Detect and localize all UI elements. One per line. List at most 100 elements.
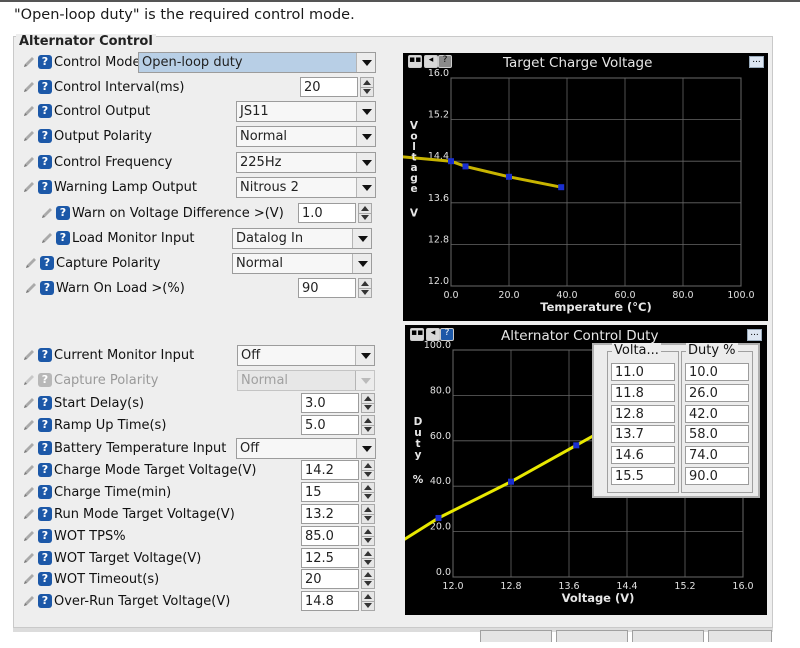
load-monitor-input-dropdown[interactable]: Datalog In xyxy=(232,228,372,249)
spinner-field[interactable]: 20 xyxy=(300,77,358,97)
arrow-down-icon[interactable] xyxy=(363,89,371,94)
spinner-buttons[interactable] xyxy=(361,548,375,568)
duty-cell[interactable]: 58.0 xyxy=(685,425,749,444)
warn-on-load-spinner[interactable]: 90 xyxy=(298,278,374,298)
voltage-cell[interactable]: 11.0 xyxy=(611,363,675,381)
spinner-buttons[interactable] xyxy=(361,482,375,502)
help-icon[interactable]: ? xyxy=(38,348,52,362)
arrow-up-icon[interactable] xyxy=(364,418,372,423)
chevron-down-icon[interactable] xyxy=(355,371,374,390)
help-icon[interactable]: ? xyxy=(56,206,70,220)
arrow-down-icon[interactable] xyxy=(364,405,372,410)
arrow-up-icon[interactable] xyxy=(364,507,372,512)
spinner-field[interactable]: 13.2 xyxy=(301,504,359,524)
arrow-up-icon[interactable] xyxy=(364,572,372,577)
duty-cell[interactable]: 42.0 xyxy=(685,404,749,423)
chevron-down-icon[interactable] xyxy=(356,102,375,121)
spinner-buttons[interactable] xyxy=(360,77,374,97)
help-icon[interactable]: ? xyxy=(40,256,54,270)
spinner-field[interactable]: 14.2 xyxy=(301,460,359,480)
spinner-buttons[interactable] xyxy=(358,278,372,298)
dialog-button-4[interactable] xyxy=(708,630,772,642)
help-icon[interactable]: ? xyxy=(38,572,52,586)
chevron-down-icon[interactable] xyxy=(355,346,374,365)
help-icon[interactable]: ? xyxy=(38,373,52,387)
spinner-field[interactable]: 12.5 xyxy=(301,548,359,568)
capture-polarity-dropdown[interactable]: Normal xyxy=(232,253,372,274)
dialog-button-3[interactable] xyxy=(632,630,704,642)
arrow-down-icon[interactable] xyxy=(364,494,372,499)
spinner-buttons[interactable] xyxy=(361,415,375,435)
chevron-down-icon[interactable] xyxy=(356,178,375,197)
spinner-field[interactable]: 1.0 xyxy=(298,203,356,223)
current-monitor-input-dropdown[interactable]: Off xyxy=(237,345,375,366)
spinner-buttons[interactable] xyxy=(361,526,375,546)
arrow-down-icon[interactable] xyxy=(364,560,372,565)
help-icon[interactable]: ? xyxy=(38,55,52,69)
voltage-cell[interactable]: 15.5 xyxy=(611,467,675,485)
help-icon[interactable]: ? xyxy=(38,180,52,194)
spinner-buttons[interactable] xyxy=(358,203,372,223)
help-icon[interactable]: ? xyxy=(38,551,52,565)
control-mode-dropdown[interactable]: Open-loop duty xyxy=(138,52,376,73)
ramp-up-time-s-spinner[interactable]: 5.0 xyxy=(301,415,377,435)
arrow-up-icon[interactable] xyxy=(364,463,372,468)
chevron-down-icon[interactable] xyxy=(356,153,375,172)
arrow-down-icon[interactable] xyxy=(364,516,372,521)
spinner-field[interactable]: 5.0 xyxy=(301,415,359,435)
battery-temperature-input-dropdown[interactable]: Off xyxy=(236,438,376,459)
help-icon[interactable]: ? xyxy=(38,396,52,410)
spinner-field[interactable]: 85.0 xyxy=(301,526,359,546)
charge-mode-target-voltage-v-spinner[interactable]: 14.2 xyxy=(301,460,377,480)
spinner-buttons[interactable] xyxy=(361,393,375,413)
help-icon[interactable]: ? xyxy=(38,485,52,499)
control-interval-ms-spinner[interactable]: 20 xyxy=(300,77,376,97)
spinner-field[interactable]: 90 xyxy=(298,278,356,298)
help-icon[interactable]: ? xyxy=(38,104,52,118)
spinner-field[interactable]: 20 xyxy=(301,569,359,589)
arrow-up-icon[interactable] xyxy=(364,551,372,556)
arrow-down-icon[interactable] xyxy=(361,290,369,295)
duty-cell[interactable]: 90.0 xyxy=(685,467,749,485)
spinner-field[interactable]: 15 xyxy=(301,482,359,502)
arrow-down-icon[interactable] xyxy=(364,581,372,586)
voltage-cell[interactable]: 13.7 xyxy=(611,425,675,444)
arrow-down-icon[interactable] xyxy=(364,603,372,608)
chevron-down-icon[interactable] xyxy=(356,439,375,458)
warning-lamp-output-dropdown[interactable]: Nitrous 2 xyxy=(236,177,376,198)
spinner-field[interactable]: 3.0 xyxy=(301,393,359,413)
wot-timeout-s-spinner[interactable]: 20 xyxy=(301,569,377,589)
arrow-down-icon[interactable] xyxy=(364,427,372,432)
run-mode-target-voltage-v-spinner[interactable]: 13.2 xyxy=(301,504,377,524)
spinner-field[interactable]: 14.8 xyxy=(301,591,359,611)
duty-cell[interactable]: 26.0 xyxy=(685,383,749,402)
help-icon[interactable]: ? xyxy=(38,507,52,521)
wot-tps-spinner[interactable]: 85.0 xyxy=(301,526,377,546)
arrow-down-icon[interactable] xyxy=(364,538,372,543)
arrow-up-icon[interactable] xyxy=(361,206,369,211)
chevron-down-icon[interactable] xyxy=(356,53,375,72)
help-icon[interactable]: ? xyxy=(38,80,52,94)
charge-time-min-spinner[interactable]: 15 xyxy=(301,482,377,502)
help-icon[interactable]: ? xyxy=(38,529,52,543)
help-icon[interactable]: ? xyxy=(56,231,70,245)
spinner-buttons[interactable] xyxy=(361,504,375,524)
arrow-up-icon[interactable] xyxy=(361,281,369,286)
over-run-target-voltage-v-spinner[interactable]: 14.8 xyxy=(301,591,377,611)
help-icon[interactable]: ? xyxy=(38,463,52,477)
control-frequency-dropdown[interactable]: 225Hz xyxy=(236,152,376,173)
help-icon[interactable]: ? xyxy=(38,594,52,608)
voltage-cell[interactable]: 11.8 xyxy=(611,383,675,402)
wot-target-voltage-v-spinner[interactable]: 12.5 xyxy=(301,548,377,568)
chevron-down-icon[interactable] xyxy=(352,254,371,273)
help-icon[interactable]: ? xyxy=(40,281,54,295)
arrow-down-icon[interactable] xyxy=(364,472,372,477)
arrow-up-icon[interactable] xyxy=(364,396,372,401)
arrow-up-icon[interactable] xyxy=(364,594,372,599)
spinner-buttons[interactable] xyxy=(361,460,375,480)
duty-cell[interactable]: 74.0 xyxy=(685,446,749,465)
arrow-down-icon[interactable] xyxy=(361,215,369,220)
help-icon[interactable]: ? xyxy=(38,441,52,455)
arrow-up-icon[interactable] xyxy=(364,529,372,534)
output-polarity-dropdown[interactable]: Normal xyxy=(236,126,376,147)
